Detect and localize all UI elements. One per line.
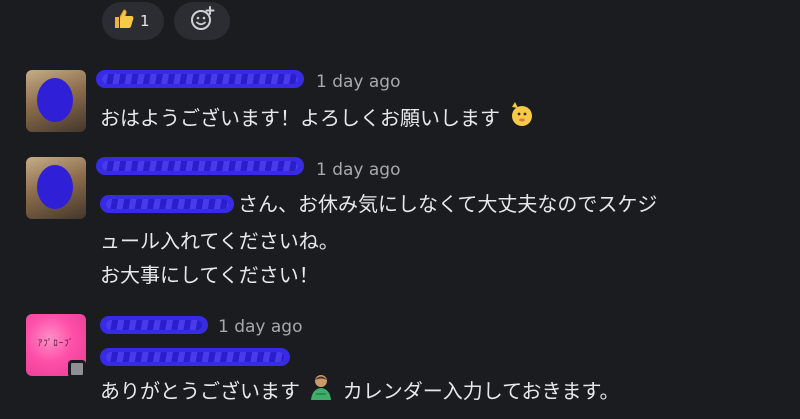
message-item: ｱﾌﾟﾛｰﾌﾞ 1 day ago ありがとうございます カレンダー入力しておき…: [0, 310, 800, 415]
message-timestamp[interactable]: 1 day ago: [316, 160, 401, 180]
redacted-mention[interactable]: [100, 348, 290, 366]
add-reaction-icon: [188, 5, 216, 37]
avatar-logo: ｱﾌﾟﾛｰﾌﾞ: [37, 339, 75, 349]
message-item: 1 day ago さん、お休み気にしなくて大丈夫なのでスケジ ュール入れてくだ…: [0, 155, 800, 295]
message-text: ありがとうございます カレンダー入力しておきます。: [100, 372, 620, 413]
person-bowing-emoji-icon: [306, 372, 336, 413]
redacted-username[interactable]: [96, 157, 304, 175]
reaction-count: 1: [140, 12, 150, 30]
status-indicator: [68, 360, 86, 378]
redacted-avatar-face: [37, 78, 73, 122]
redacted-mention[interactable]: [100, 195, 234, 213]
thumbs-up-reaction[interactable]: 1: [102, 2, 164, 40]
add-reaction-button[interactable]: [174, 2, 230, 40]
message-body: おはようございます！よろしくお願いします: [100, 106, 500, 130]
avatar[interactable]: [26, 157, 86, 219]
message-timestamp[interactable]: 1 day ago: [218, 317, 303, 337]
message-timestamp[interactable]: 1 day ago: [316, 72, 401, 92]
thumbs-up-icon: [112, 7, 136, 35]
redacted-username[interactable]: [100, 316, 208, 334]
message-body-part: ありがとうございます: [100, 379, 300, 403]
message-text-line: ュール入れてくださいね。: [100, 229, 339, 253]
redacted-avatar-face: [37, 165, 73, 209]
redacted-username[interactable]: [96, 70, 304, 88]
message-body-part: カレンダー入力しておきます。: [342, 379, 620, 403]
waving-hand-emoji-icon: [506, 99, 536, 140]
chat-thread: 1 1 day ago おはようございます！よろしくお願いします 1 day a…: [0, 0, 800, 419]
message-text: おはようございます！よろしくお願いします: [100, 99, 536, 140]
message-item: 1 day ago おはようございます！よろしくお願いします: [0, 68, 800, 140]
message-text-line: さん、お休み気にしなくて大丈夫なのでスケジ: [238, 192, 658, 216]
avatar[interactable]: [26, 70, 86, 132]
message-text-line: お大事にしてください！: [100, 263, 319, 287]
